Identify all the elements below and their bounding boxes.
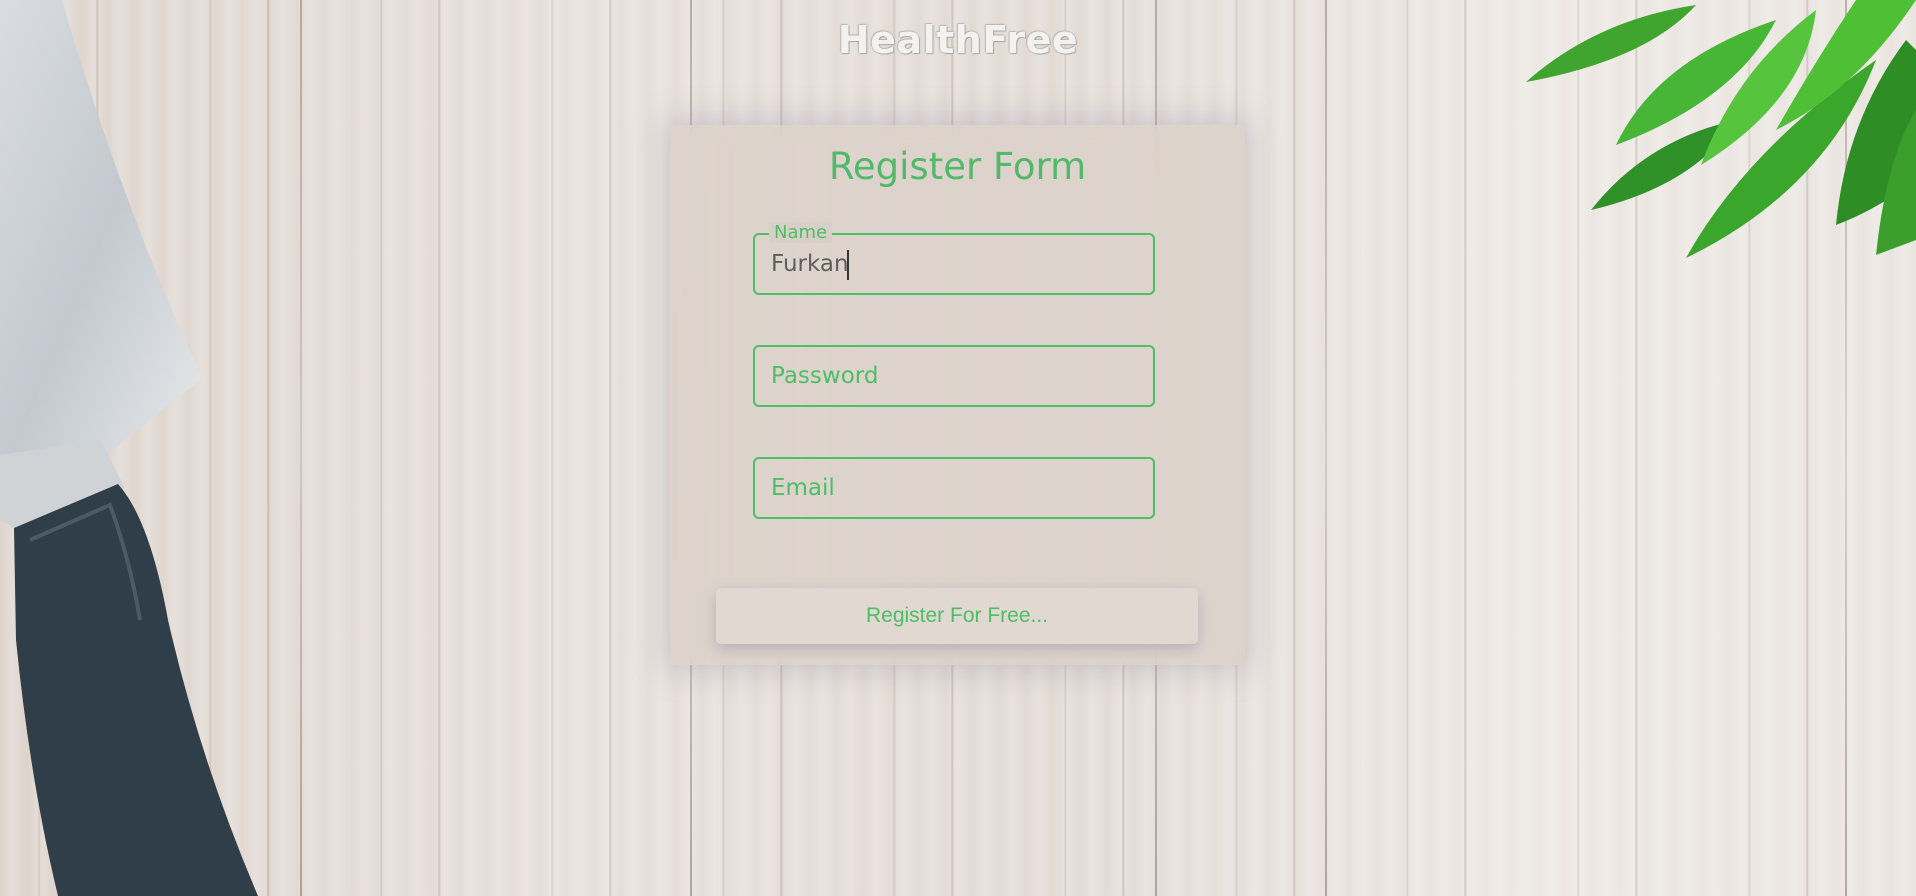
password-field [753,345,1155,407]
email-field [753,457,1155,519]
form-title: Register Form [828,145,1087,188]
wood-grain-line [300,0,302,896]
brand-logo: HealthFree [837,18,1079,62]
name-input[interactable] [755,235,1153,293]
password-input[interactable] [755,347,1153,405]
text-cursor [847,250,849,280]
email-input[interactable] [755,459,1153,517]
wood-grain-line [1325,0,1327,896]
knife-image [0,0,258,896]
register-button[interactable]: Register For Free... [716,588,1198,644]
register-form: Register Form Name Register For Free... [670,125,1245,665]
name-field: Name [753,222,1155,295]
